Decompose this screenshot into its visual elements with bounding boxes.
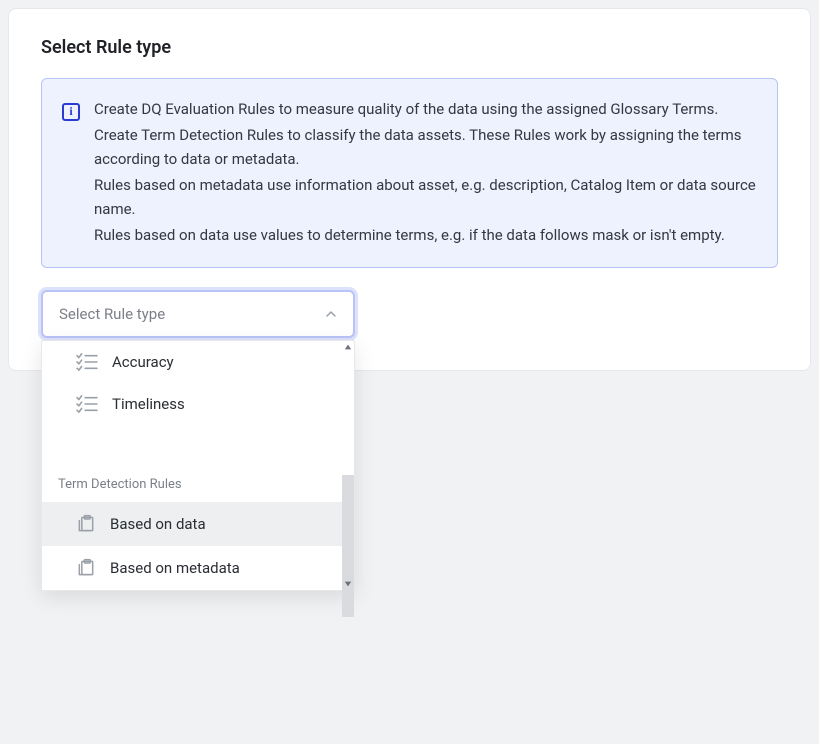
rule-type-select[interactable]: Select Rule type (41, 290, 355, 338)
select-placeholder: Select Rule type (59, 305, 165, 323)
rule-type-dropdown: Accuracy Timeliness Term Detection Rules (41, 340, 355, 591)
select-wrap: Select Rule type Accuracy (41, 290, 355, 338)
scroll-down-arrow-icon[interactable] (342, 578, 354, 590)
option-label: Accuracy (112, 353, 174, 371)
option-label: Timeliness (112, 395, 185, 413)
option-based-on-metadata[interactable]: Based on metadata (42, 546, 342, 590)
option-accuracy[interactable]: Accuracy (42, 341, 342, 383)
info-text: Create DQ Evaluation Rules to measure qu… (94, 97, 757, 249)
clipboard-icon (76, 514, 96, 534)
group-gap (42, 425, 342, 471)
rule-type-card: Select Rule type i Create DQ Evaluation … (8, 8, 811, 371)
chevron-up-icon (323, 306, 339, 322)
scrollbar[interactable] (342, 341, 354, 590)
info-box: i Create DQ Evaluation Rules to measure … (41, 78, 778, 268)
info-paragraph: Create Term Detection Rules to classify … (94, 123, 757, 171)
scroll-up-arrow-icon[interactable] (342, 341, 354, 353)
info-icon: i (62, 103, 80, 121)
info-paragraph: Create DQ Evaluation Rules to measure qu… (94, 97, 757, 121)
option-label: Based on metadata (110, 559, 240, 577)
info-icon-wrap: i (62, 97, 80, 249)
group-label-term-detection: Term Detection Rules (42, 471, 342, 502)
checklist-icon (76, 395, 98, 413)
scrollbar-thumb[interactable] (342, 475, 354, 617)
info-paragraph: Rules based on data use values to determ… (94, 223, 757, 247)
option-label: Based on data (110, 515, 206, 533)
option-based-on-data[interactable]: Based on data (42, 502, 342, 546)
option-timeliness[interactable]: Timeliness (42, 383, 342, 425)
checklist-icon (76, 353, 98, 371)
info-paragraph: Rules based on metadata use information … (94, 173, 757, 221)
clipboard-icon (76, 558, 96, 578)
page-title: Select Rule type (41, 37, 778, 58)
